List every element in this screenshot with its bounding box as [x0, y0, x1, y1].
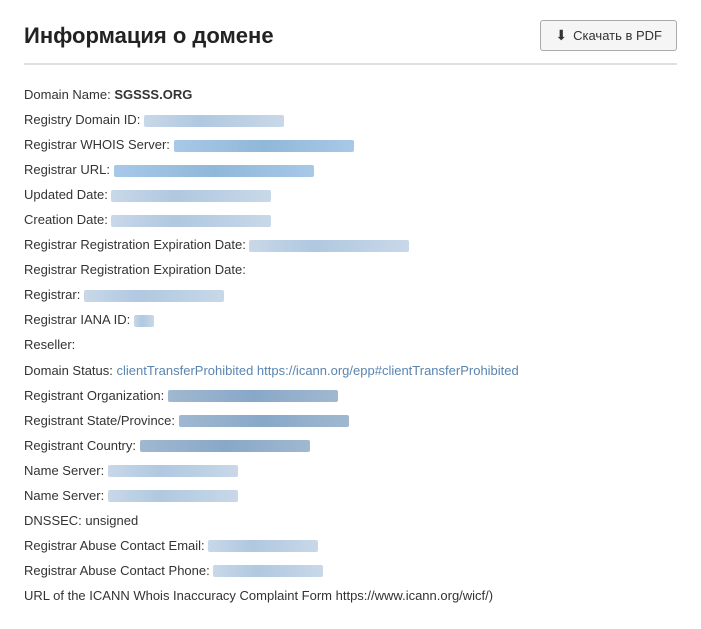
info-row: Name Server: ns1.example.com [24, 459, 677, 483]
page-container: Информация о домене ⬇ Скачать в PDF Doma… [0, 0, 701, 629]
row-value-blurred: blurred-date [111, 190, 271, 202]
row-label: Registry Domain ID: [24, 112, 144, 127]
info-row: Reseller: [24, 333, 677, 357]
info-row: Registrant State/Province: [24, 409, 677, 433]
info-row: URL of the ICANN Whois Inaccuracy Compla… [24, 584, 677, 608]
pdf-download-button[interactable]: ⬇ Скачать в PDF [540, 20, 677, 51]
row-label: Name Server: [24, 463, 108, 478]
domain-name-value: SGSSS.ORG [114, 87, 192, 102]
row-value-blurred: blurred-date [249, 240, 409, 252]
info-row: Domain Status: clientTransferProhibited … [24, 359, 677, 383]
info-row: Registrar IANA ID: 2 [24, 308, 677, 332]
info-row: Registrant Organization: [24, 384, 677, 408]
info-row: Creation Date: blurred-date [24, 208, 677, 232]
info-row: Registrar URL: http://www.networksolutio… [24, 158, 677, 182]
row-label: URL of the ICANN Whois Inaccuracy Compla… [24, 588, 493, 603]
row-label: Creation Date: [24, 212, 111, 227]
row-label: Registrar: [24, 287, 84, 302]
info-row: DNSSEC: unsigned [24, 509, 677, 533]
info-row: Registry Domain ID: blurred-medium [24, 108, 677, 132]
row-value-blurred: blurred-medium [144, 115, 284, 127]
page-title: Информация о домене [24, 23, 274, 49]
row-value-blurred: ns1.example.com [108, 465, 238, 477]
row-label: Domain Status: [24, 363, 117, 378]
header-row: Информация о домене ⬇ Скачать в PDF [24, 20, 677, 65]
row-label: Registrar Registration Expiration Date: [24, 237, 249, 252]
row-label: Registrar URL: [24, 162, 114, 177]
row-value-blurred: abuse@ns.com [208, 540, 318, 552]
row-value-blurred: +1.8005551234 [213, 565, 323, 577]
row-value-blurred: 2 [134, 315, 154, 327]
download-icon: ⬇ [555, 27, 567, 44]
row-value-link[interactable]: whois.networksolutions.com [174, 140, 354, 152]
info-row: Name Server: ns2.example.com [24, 484, 677, 508]
info-row: Registrar Abuse Contact Phone: +1.800555… [24, 559, 677, 583]
row-value-blurred: ns2.example.com [108, 490, 238, 502]
info-row: Registrar Registration Expiration Date: [24, 258, 677, 282]
info-row: Registrar: Network Solutions, Inc [24, 283, 677, 307]
row-value-privacy [168, 390, 338, 402]
row-label: Domain Name: [24, 87, 114, 102]
info-row: Registrar Registration Expiration Date: … [24, 233, 677, 257]
info-row: Updated Date: blurred-date [24, 183, 677, 207]
pdf-button-label: Скачать в PDF [573, 28, 662, 43]
row-value-link[interactable]: http://www.networksolutions.com [114, 165, 314, 177]
row-label: Registrant State/Province: [24, 413, 179, 428]
row-value-blurred: blurred-date [111, 215, 271, 227]
info-row: Registrant Country: [24, 434, 677, 458]
row-label: Registrant Country: [24, 438, 140, 453]
row-label: Registrar WHOIS Server: [24, 137, 174, 152]
row-label: Updated Date: [24, 187, 111, 202]
row-label: Reseller: [24, 337, 75, 352]
info-row: Registrar WHOIS Server: whois.networksol… [24, 133, 677, 157]
row-value-status[interactable]: clientTransferProhibited https://icann.o… [117, 363, 519, 378]
row-value-privacy [179, 415, 349, 427]
row-value-blurred: Network Solutions, Inc [84, 290, 224, 302]
info-row: Registrar Abuse Contact Email: abuse@ns.… [24, 534, 677, 558]
info-row: Domain Name: SGSSS.ORG [24, 83, 677, 107]
row-label: Name Server: [24, 488, 108, 503]
domain-info: Domain Name: SGSSS.ORGRegistry Domain ID… [24, 83, 677, 608]
row-value-privacy [140, 440, 310, 452]
row-value: unsigned [85, 513, 138, 528]
row-label: Registrar Abuse Contact Email: [24, 538, 208, 553]
row-label: DNSSEC: [24, 513, 85, 528]
row-label: Registrar Registration Expiration Date: [24, 262, 246, 277]
row-label: Registrar Abuse Contact Phone: [24, 563, 213, 578]
row-label: Registrant Organization: [24, 388, 168, 403]
row-label: Registrar IANA ID: [24, 312, 134, 327]
